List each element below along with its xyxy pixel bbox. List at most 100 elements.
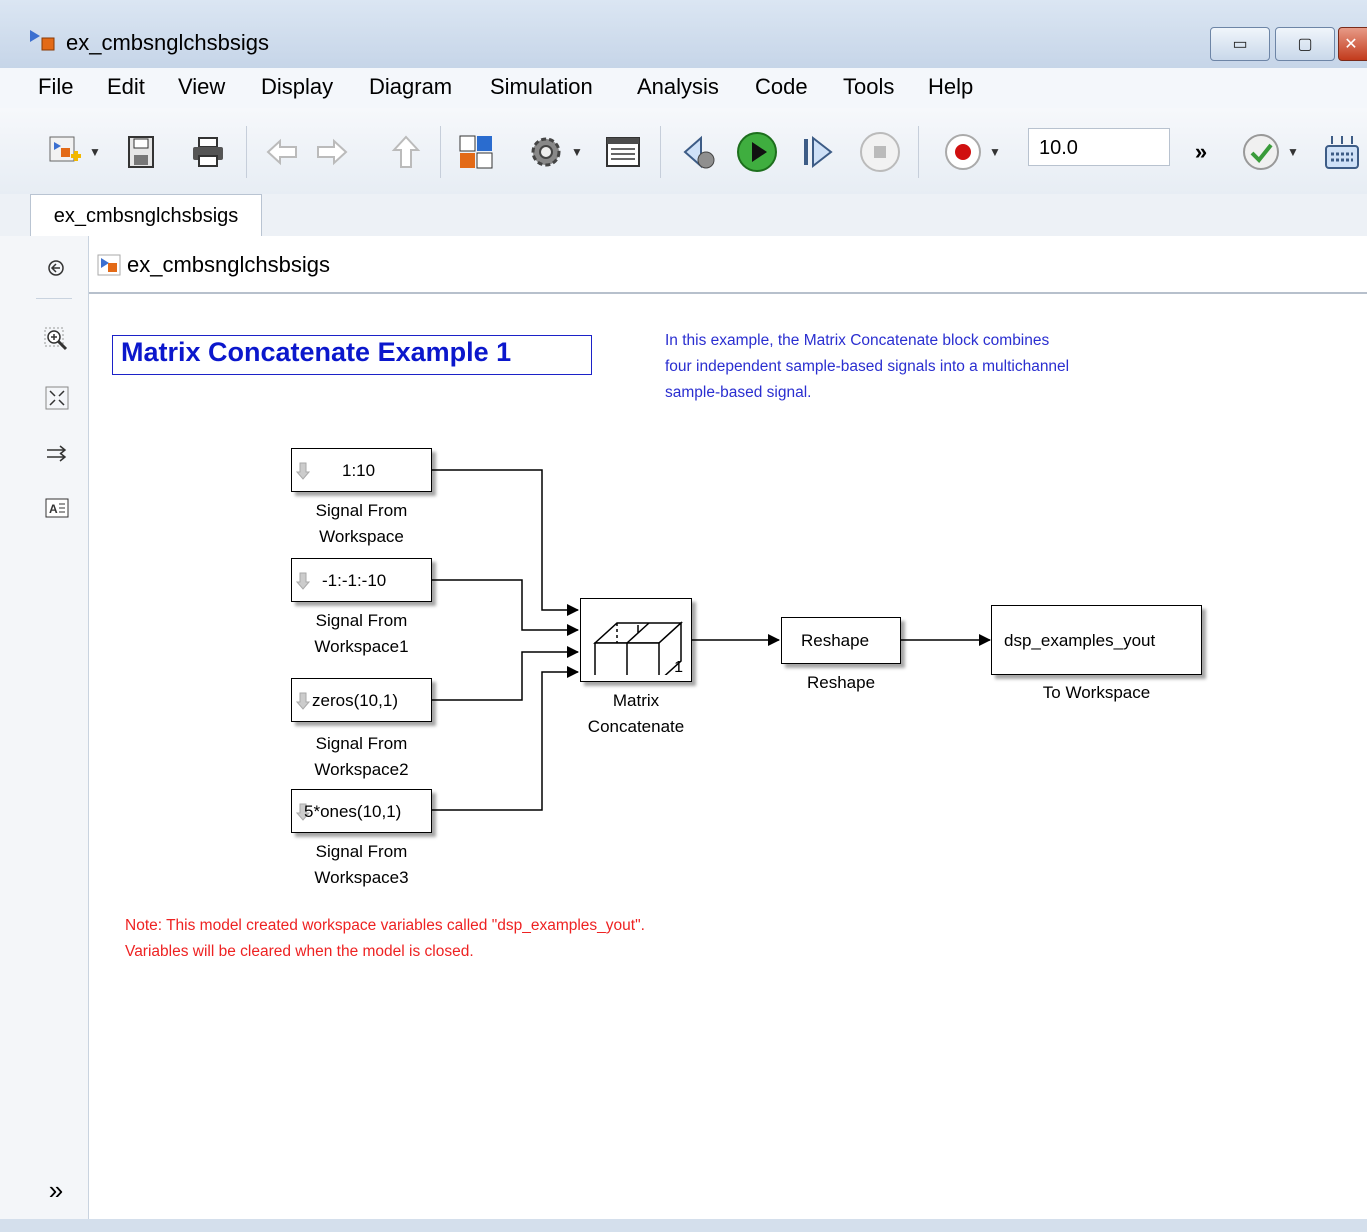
matrix-concatenate-block[interactable]: 1 [580, 598, 692, 682]
menu-simulation[interactable]: Simulation [490, 74, 593, 100]
stop-icon [860, 132, 900, 172]
record-icon [945, 134, 982, 170]
zoom-in-button[interactable] [43, 326, 71, 354]
model-config-button[interactable]: ▼ [518, 130, 592, 174]
print-icon [193, 137, 223, 167]
toolbar-overflow-button[interactable]: » [1188, 130, 1214, 174]
note-line: Note: This model created workspace varia… [125, 917, 645, 934]
forward-button[interactable] [312, 130, 352, 174]
block-label: Signal From Workspace [315, 501, 408, 546]
model-explorer-button[interactable] [602, 130, 644, 174]
to-workspace-block[interactable]: dsp_examples_yout [991, 605, 1202, 675]
signal-from-workspace1-block[interactable]: -1:-1:-10 [291, 558, 432, 602]
matrix-concatenate-icon [593, 621, 683, 675]
block-label: Signal From Workspace1 [314, 611, 409, 656]
navigate-back-button[interactable] [44, 254, 68, 282]
status-bar [0, 1219, 1367, 1232]
menu-diagram[interactable]: Diagram [369, 74, 452, 100]
down-arrow-icon [296, 572, 310, 590]
signal-from-workspace3-block[interactable]: 5*ones(10,1) [291, 789, 432, 833]
forward-arrow-icon [317, 138, 348, 166]
down-arrow-icon [296, 692, 310, 710]
block-label: To Workspace [1042, 683, 1151, 702]
block-label: Signal From Workspace3 [314, 842, 409, 887]
palette-expand-button[interactable]: » [42, 1175, 70, 1205]
reshape-block[interactable]: Reshape [781, 617, 901, 664]
signal-from-workspace2-block[interactable]: zeros(10,1) [291, 678, 432, 722]
port-arrow-button[interactable] [43, 440, 71, 468]
step-forward-button[interactable] [796, 130, 838, 174]
description-line: In this example, the Matrix Concatenate … [665, 332, 1050, 349]
model-config-gear-icon [531, 137, 561, 167]
block-parameter: 1:10 [342, 461, 376, 480]
menu-display[interactable]: Display [261, 74, 333, 100]
new-model-icon [49, 136, 82, 162]
print-button[interactable] [188, 130, 228, 174]
signal-from-workspace-block[interactable]: 1:10 [291, 448, 432, 492]
block-label: Reshape [806, 673, 876, 692]
annotation-icon: A [45, 498, 69, 518]
step-back-button[interactable] [676, 130, 720, 174]
stop-button[interactable] [856, 130, 904, 174]
model-explorer-icon [606, 137, 640, 167]
save-button[interactable] [122, 130, 160, 174]
library-browser-button[interactable] [452, 130, 500, 174]
block-label: Signal From Workspace2 [314, 734, 409, 779]
step-forward-icon [804, 135, 833, 169]
simulink-model-icon [28, 28, 58, 59]
menu-tools[interactable]: Tools [843, 74, 894, 100]
step-back-icon [683, 135, 715, 169]
close-icon: ✕ [1344, 36, 1358, 53]
description-annotation: In this example, the Matrix Concatenate … [665, 328, 1225, 406]
fit-to-view-button[interactable] [43, 384, 71, 412]
run-button[interactable] [734, 130, 780, 174]
maximize-icon: ▢ [1297, 36, 1313, 53]
port-arrow-icon [47, 445, 67, 462]
block-parameter: -1:-1:-10 [322, 571, 387, 590]
model-address-bar: ex_cmbsnglchsbsigs [89, 236, 1367, 294]
close-button[interactable]: ✕ [1338, 27, 1367, 61]
menu-view[interactable]: View [178, 74, 225, 100]
zoom-in-icon [44, 327, 68, 351]
up-button[interactable] [386, 130, 426, 174]
menu-edit[interactable]: Edit [107, 74, 145, 100]
window-title: ex_cmbsnglchsbsigs [66, 30, 269, 55]
svg-text:A: A [49, 502, 58, 516]
block-parameter: dsp_examples_yout [1004, 631, 1156, 650]
maximize-button[interactable]: ▢ [1275, 27, 1335, 61]
stop-time-field[interactable]: 10.0 [1028, 128, 1170, 166]
menu-bar: File Edit View Display Diagram Simulatio… [0, 68, 1367, 108]
new-model-button[interactable]: ▼ [36, 130, 112, 174]
menu-code[interactable]: Code [755, 74, 808, 100]
down-arrow-icon [296, 462, 310, 480]
model-title-annotation: Matrix Concatenate Example 1 [112, 335, 592, 375]
concatenate-dimension: 1 [674, 659, 683, 676]
model-advisor-button[interactable]: ▼ [1230, 130, 1310, 174]
back-button[interactable] [262, 130, 302, 174]
description-line: four independent sample-based signals in… [665, 358, 1070, 375]
block-parameter: Reshape [801, 631, 870, 650]
tab-ex-cmbsnglchsbsigs[interactable]: ex_cmbsnglchsbsigs [30, 194, 262, 236]
library-browser-icon [459, 135, 493, 169]
up-arrow-icon [391, 135, 421, 168]
block-parameter: 5*ones(10,1) [304, 802, 402, 821]
minimize-button[interactable]: ▭ [1210, 27, 1270, 61]
build-button[interactable] [1322, 130, 1367, 174]
menu-file[interactable]: File [38, 74, 73, 100]
simulink-window: ex_cmbsnglchsbsigs ▭ ▢ ✕ File Edit View … [0, 0, 1367, 1232]
fit-to-view-icon [45, 386, 69, 410]
block-label: Matrix Concatenate [587, 691, 685, 736]
note-annotation: Note: This model created workspace varia… [125, 913, 645, 965]
menu-help[interactable]: Help [928, 74, 973, 100]
block-parameter: zeros(10,1) [312, 691, 398, 710]
description-line: sample-based signal. [665, 384, 812, 401]
run-icon [737, 132, 777, 172]
menu-analysis[interactable]: Analysis [637, 74, 719, 100]
record-button[interactable]: ▼ [932, 130, 1012, 174]
breadcrumb[interactable]: ex_cmbsnglchsbsigs [127, 252, 330, 278]
annotation-button[interactable]: A [43, 494, 71, 522]
model-canvas[interactable] [89, 294, 1367, 1219]
model-icon [97, 254, 121, 281]
back-arrow-icon [266, 138, 297, 166]
model-advisor-check-icon [1243, 134, 1280, 170]
